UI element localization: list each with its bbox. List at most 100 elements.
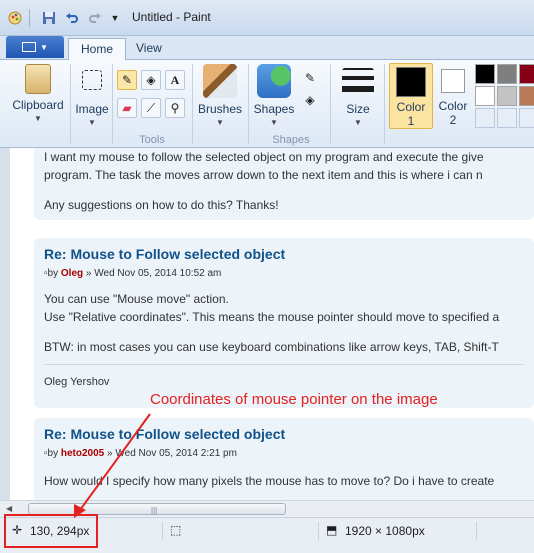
forum-post: Re: Mouse to Follow selected object ▫by …	[34, 418, 534, 500]
magnifier-icon[interactable]: ⚲	[165, 98, 185, 118]
line-width-icon	[342, 68, 374, 94]
status-separator	[318, 522, 319, 540]
image-size: 1920 × 1080px	[345, 524, 425, 538]
palette-swatch-white[interactable]	[475, 86, 495, 106]
fill-bucket-icon[interactable]: ◈	[141, 70, 161, 90]
color-picker-icon[interactable]: ⟋	[141, 98, 161, 118]
chevron-down-icon: ▼	[354, 118, 362, 127]
post-text-line: BTW: in most cases you can use keyboard …	[44, 340, 499, 354]
selection-size-icon: ⬚	[170, 523, 182, 537]
post-text-line: How would I specify how many pixels the …	[44, 474, 495, 488]
post-date: » Wed Nov 05, 2014 2:21 pm	[107, 448, 237, 459]
grip-icon: |||	[151, 506, 158, 515]
chevron-down-icon: ▼	[88, 118, 96, 127]
post-text-line: Any suggestions on how to do this? Thank…	[44, 198, 279, 212]
image-label: Image	[75, 102, 109, 116]
color1-swatch	[396, 67, 426, 97]
brush-icon	[203, 64, 237, 98]
shapes-label: Shapes	[253, 102, 295, 116]
color2-button[interactable]: Color 2	[436, 63, 470, 129]
select-icon	[82, 70, 102, 90]
post-author[interactable]: Oleg	[61, 268, 83, 279]
status-separator	[162, 522, 163, 540]
post-by: by	[47, 268, 59, 279]
chevron-down-icon: ▼	[40, 42, 48, 52]
image-document[interactable]: I want my mouse to follow the selected o…	[10, 148, 534, 500]
menu-icon	[22, 42, 37, 52]
tools-group-label: Tools	[139, 134, 165, 146]
chevron-down-icon: ▼	[216, 118, 224, 127]
post-title[interactable]: Re: Mouse to Follow selected object	[44, 426, 285, 442]
shapes-group-label: Shapes	[272, 134, 310, 146]
undo-icon[interactable]	[63, 9, 81, 27]
save-icon[interactable]	[40, 9, 58, 27]
palette-swatch-empty[interactable]	[519, 108, 534, 128]
status-separator	[476, 522, 477, 540]
annotation-label: Coordinates of mouse pointer on the imag…	[150, 391, 438, 408]
forum-post: Re: Mouse to Follow selected object ▫by …	[34, 238, 534, 408]
palette-swatch-black[interactable]	[475, 64, 495, 84]
palette-swatch-brown[interactable]	[519, 86, 534, 106]
image-button[interactable]: Image ▼	[72, 64, 112, 127]
post-date: » Wed Nov 05, 2014 10:52 am	[85, 268, 222, 279]
color1-number: 1	[407, 114, 415, 128]
quick-access-separator	[29, 9, 30, 27]
pencil-icon[interactable]: ✎	[117, 70, 137, 90]
post-author[interactable]: heto2005	[61, 448, 104, 459]
chevron-down-icon: ▼	[34, 114, 42, 123]
palette-swatch-empty[interactable]	[497, 108, 517, 128]
clipboard-icon	[25, 64, 51, 94]
image-size-icon: ⬒	[326, 523, 338, 537]
paint-menu-button[interactable]: ▼	[6, 36, 64, 58]
scroll-left-icon[interactable]: ◀	[6, 504, 12, 513]
post-text-line: You can use "Mouse move" action.	[44, 292, 229, 306]
ribbon-group-separator	[192, 64, 193, 144]
palette-swatch-empty[interactable]	[475, 108, 495, 128]
shapes-icon	[257, 64, 291, 98]
paint-app-icon[interactable]	[6, 9, 24, 27]
palette-swatch-lightgray[interactable]	[497, 86, 517, 106]
palette-swatch-darkred[interactable]	[519, 64, 534, 84]
customize-quick-access-icon[interactable]: ▼	[106, 9, 124, 27]
post-by: by	[47, 448, 59, 459]
title-bar: ▼ Untitled - Paint	[0, 0, 534, 36]
fill-icon[interactable]: ◈	[300, 90, 320, 110]
size-button[interactable]: Size ▼	[336, 64, 380, 127]
size-label: Size	[346, 102, 370, 116]
ribbon-group-separator	[70, 64, 71, 144]
brushes-button[interactable]: Brushes ▼	[196, 64, 244, 127]
clipboard-button[interactable]: Clipboard ▼	[8, 64, 68, 123]
post-signature: Oleg Yershov	[44, 376, 110, 388]
brushes-label: Brushes	[197, 102, 243, 116]
redo-icon[interactable]	[86, 9, 104, 27]
post-meta: ▫by heto2005 » Wed Nov 05, 2014 2:21 pm	[44, 448, 237, 459]
ribbon-home: Clipboard ▼ Image ▼ ✎ ◈ A ▰ ⟋ ⚲ Tools Br…	[0, 60, 534, 148]
window-title: Untitled - Paint	[132, 10, 211, 24]
clipboard-label: Clipboard	[12, 98, 64, 112]
post-text-line: I want my mouse to follow the selected o…	[44, 150, 484, 164]
post-text-line: Use "Relative coordinates". This means t…	[44, 310, 500, 324]
ribbon-group-separator	[330, 64, 331, 144]
ribbon-group-separator	[112, 64, 113, 144]
annotation-highlight-box	[4, 514, 98, 548]
color2-label: Color	[438, 99, 468, 113]
canvas-area[interactable]: I want my mouse to follow the selected o…	[0, 148, 534, 500]
text-tool-icon[interactable]: A	[165, 70, 185, 90]
post-text-line: program. The task the moves arrow down t…	[44, 168, 483, 182]
ribbon-group-separator	[384, 64, 385, 144]
post-meta: ▫by Oleg » Wed Nov 05, 2014 10:52 am	[44, 268, 221, 279]
color1-label: Color	[396, 100, 426, 114]
tab-view[interactable]: View	[124, 38, 174, 61]
palette-swatch-gray[interactable]	[497, 64, 517, 84]
color2-swatch	[441, 69, 465, 93]
shapes-button[interactable]: Shapes ▼	[252, 64, 296, 127]
color1-button[interactable]: Color 1	[389, 63, 433, 129]
chevron-down-icon: ▼	[270, 118, 278, 127]
outline-icon[interactable]: ✎	[300, 68, 320, 88]
color2-number: 2	[449, 113, 457, 127]
post-title[interactable]: Re: Mouse to Follow selected object	[44, 246, 285, 262]
ribbon-group-separator	[248, 64, 249, 144]
tab-home[interactable]: Home	[68, 38, 127, 61]
eraser-icon[interactable]: ▰	[117, 98, 137, 118]
forum-post: I want my mouse to follow the selected o…	[34, 148, 534, 220]
